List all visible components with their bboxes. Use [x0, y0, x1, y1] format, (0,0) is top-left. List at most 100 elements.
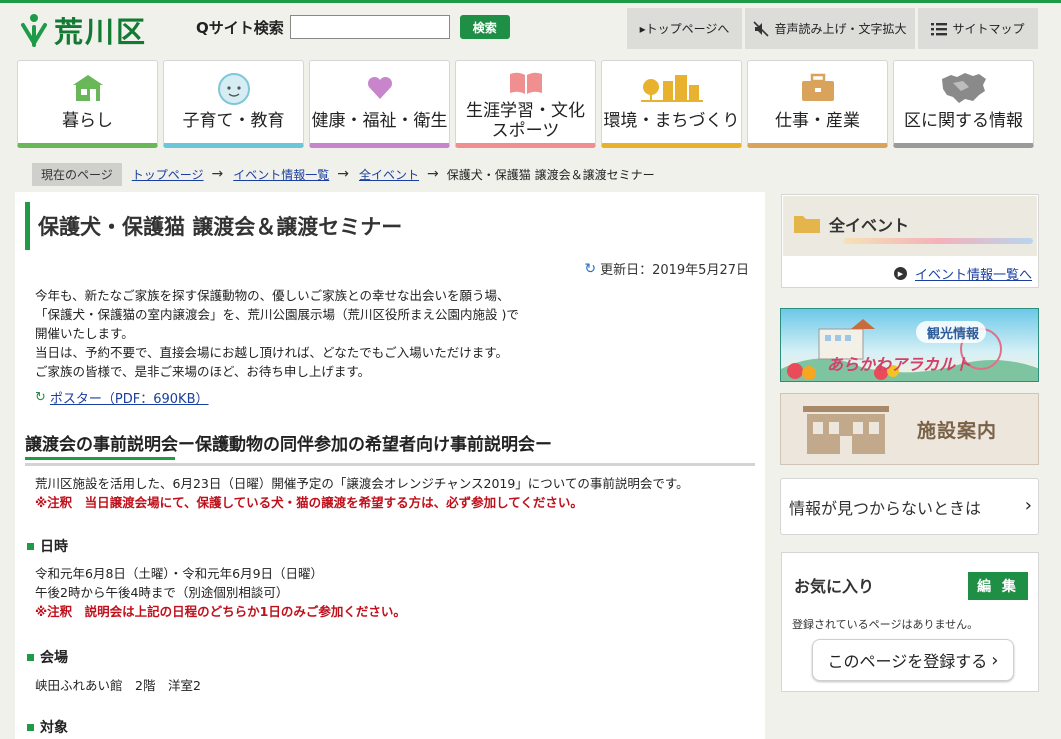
search-input[interactable] [289, 15, 450, 39]
intro-line: 当日は、予約不要で、直接会場にお越し頂ければ、どなたでもご入場いただけます。 [35, 345, 509, 360]
nav-ward-info-label: 区に関する情報 [904, 111, 1023, 131]
nav-childcare-label: 子育て・教育 [182, 111, 285, 131]
date-heading-text: 日時 [40, 539, 68, 555]
decorative-stripe [843, 238, 1033, 244]
target-heading-text: 対象 [40, 720, 68, 736]
events-list-link[interactable]: イベント情報一覧へ [915, 264, 1032, 283]
top-page-label: ▸トップページへ [639, 22, 730, 36]
site-search: Qサイト検索 検索 [196, 15, 510, 39]
nav-environment-label: 環境・まちづくり [603, 111, 740, 131]
poster-link-row: ↻ ポスター（PDF：690KB） [35, 388, 209, 407]
chevron-right-icon: › [1024, 495, 1032, 516]
favorites-box: お気に入り 編 集 登録されているページはありません。 このページを登録する › [781, 552, 1039, 692]
ward-map-icon [941, 73, 986, 103]
chevron-right-icon: › [991, 649, 999, 671]
sitemap-label: サイトマップ [952, 22, 1025, 36]
book-icon [509, 72, 542, 94]
section-heading: 譲渡会の事前説明会ー保護動物の同伴参加の希望者向け事前説明会ー [25, 430, 755, 466]
updated-date: ↻ 更新日：2019年5月27日 [584, 259, 749, 279]
link-arrow-icon: ↻ [35, 390, 46, 405]
nav-living-label: 暮らし [62, 111, 113, 131]
updated-date-text: 更新日：2019年5月27日 [600, 263, 749, 278]
building-icon [803, 406, 889, 454]
sitemap-button[interactable]: サイトマップ [918, 8, 1038, 49]
breadcrumb-here-label: 現在のページ [32, 162, 122, 186]
intro-line: 「保護犬・保護猫の室内譲渡会」を、荒川公園展示場（荒川区役所まえ公園内施設 )で [35, 307, 519, 322]
nav-work[interactable]: 仕事・産業 [747, 60, 888, 148]
date-line-1: 令和元年6月8日（土曜）・令和元年6月9日（日曜） [35, 566, 324, 581]
breadcrumb-link-events[interactable]: イベント情報一覧 [233, 166, 329, 183]
site-logo[interactable]: 荒川区 [20, 10, 147, 50]
events-box: 全イベント ▶ イベント情報一覧へ [781, 194, 1039, 288]
section-heading-accent [25, 457, 175, 460]
favorites-edit-button[interactable]: 編 集 [968, 572, 1028, 600]
register-page-label: このページを登録する [827, 652, 988, 671]
nav-environment[interactable]: 環境・まちづくり [601, 60, 742, 148]
top-accent-bar [0, 0, 1061, 3]
facilities-button[interactable]: 施設案内 [780, 393, 1039, 465]
date-line-2: 午後2時から午後4時まで（別途個別相談可） [35, 585, 289, 600]
nav-learning-label-line1: 生涯学習・文化 [466, 101, 585, 121]
breadcrumb-link-top[interactable]: トップページ [132, 166, 204, 183]
intro-line: 今年も、新たなご家族を探す保護動物の、優しいご家族との幸せな出会いを願う場、 [35, 288, 510, 303]
nav-learning-label-line2: スポーツ [491, 121, 560, 141]
arakawa-logo-icon [21, 14, 47, 47]
register-page-button[interactable]: このページを登録する › [812, 639, 1014, 681]
nav-health[interactable]: 健康・福祉・衛生 [309, 60, 450, 148]
search-button[interactable]: 検索 [459, 15, 510, 39]
venue-heading-text: 会場 [40, 650, 68, 666]
heading-square-icon [27, 653, 34, 661]
arrow-right-icon: → [211, 166, 224, 182]
arrow-right-icon: → [427, 166, 439, 182]
briefcase-icon [801, 73, 834, 101]
arrow-right-icon: → [337, 166, 350, 182]
voice-reader-label: 音声読み上げ・文字拡大 [774, 22, 907, 36]
nav-living[interactable]: 暮らし [17, 60, 158, 148]
banner-caption-2: あらかわアラカルト [827, 355, 972, 374]
folder-icon [794, 216, 820, 233]
poster-pdf-link[interactable]: ポスター（PDF：690KB） [50, 388, 209, 407]
date-heading: 日時 [27, 536, 68, 556]
heart-icon [367, 76, 392, 99]
tourism-banner[interactable]: 観光情報 あらかわアラカルト [780, 308, 1039, 382]
heading-square-icon [27, 723, 34, 731]
main-content: 保護犬・保護猫 譲渡会＆譲渡セミナー ↻ 更新日：2019年5月27日 今年も、… [15, 192, 765, 739]
facilities-label: 施設案内 [917, 420, 998, 442]
events-box-title: 全イベント [829, 216, 910, 235]
voice-reader-button[interactable]: 音声読み上げ・文字拡大 [745, 8, 915, 49]
logo-text: 荒川区 [54, 15, 148, 49]
play-circle-icon: ▶ [893, 267, 907, 280]
nav-childcare[interactable]: 子育て・教育 [163, 60, 304, 148]
search-label: Qサイト検索 [196, 18, 284, 37]
nav-work-label: 仕事・産業 [775, 111, 860, 131]
top-page-button[interactable]: ▸トップページへ [627, 8, 742, 49]
nav-health-label: 健康・福祉・衛生 [311, 111, 448, 131]
venue-heading: 会場 [27, 647, 68, 667]
intro-text: 今年も、新たなご家族を探す保護動物の、優しいご家族との幸せな出会いを願う場、 「… [35, 286, 519, 381]
page-title: 保護犬・保護猫 譲渡会＆譲渡セミナー [25, 202, 402, 250]
voice-icon [753, 20, 770, 37]
section-text: 荒川区施設を活用した、6月23日（日曜）開催予定の「譲渡会オレンジチャンス201… [35, 476, 689, 491]
nav-ward-info[interactable]: 区に関する情報 [893, 60, 1034, 148]
list-icon [931, 22, 948, 35]
house-icon [72, 75, 103, 101]
heading-square-icon [27, 542, 34, 550]
favorites-title: お気に入り [794, 577, 875, 596]
target-heading: 対象 [27, 717, 68, 737]
nav-learning[interactable]: 生涯学習・文化 スポーツ [455, 60, 596, 148]
intro-line: ご家族の皆様で、是非ご来場のほど、お待ち申し上げます。 [35, 364, 371, 379]
intro-line: 開催いたします。 [35, 326, 134, 341]
refresh-icon: ↻ [584, 260, 597, 277]
section-warning: ※注釈 当日譲渡会場にて、保護している犬・猫の譲渡を希望する方は、必ず参加してく… [35, 495, 583, 510]
breadcrumb-current: 保護犬・保護猫 譲渡会＆譲渡セミナー [446, 167, 655, 182]
breadcrumb-link-all-events[interactable]: 全イベント [359, 166, 419, 183]
banner-caption-1: 観光情報 [927, 327, 980, 342]
not-found-help-button[interactable]: 情報が見つからないときは › [780, 478, 1039, 535]
baby-face-icon [217, 73, 250, 105]
events-box-header: 全イベント [783, 196, 1037, 256]
nav-learning-label: 生涯学習・文化 スポーツ [466, 101, 585, 141]
venue-text: 峡田ふれあい館 2階 洋室2 [35, 678, 201, 693]
favorites-empty-text: 登録されているページはありません。 [792, 618, 979, 631]
breadcrumb: 現在のページ トップページ → イベント情報一覧 → 全イベント → 保護犬・保… [32, 162, 655, 186]
city-icon [640, 75, 703, 102]
